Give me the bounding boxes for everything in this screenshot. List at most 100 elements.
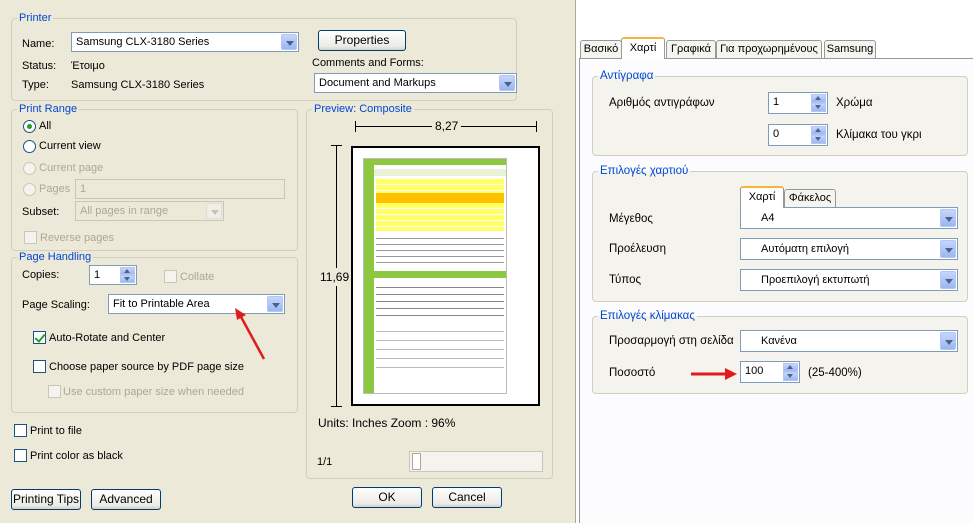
preview-page [351, 146, 540, 406]
percent-label: Ποσοστό [609, 367, 656, 379]
height-dimension-tick-top [331, 145, 342, 146]
paper-source-select[interactable]: Αυτόματη επιλογή [740, 238, 958, 260]
spin-up-icon[interactable] [811, 94, 826, 103]
preview-legend: Preview: Composite [314, 103, 412, 115]
chevron-down-icon[interactable] [940, 209, 956, 227]
page-scaling-label: Page Scaling: [22, 299, 90, 311]
copy-count-stepper[interactable]: 1 [768, 92, 828, 114]
range-pages-radio[interactable] [23, 183, 36, 196]
range-all-radio[interactable] [23, 120, 36, 133]
fit-to-page-value: Κανένα [761, 335, 797, 347]
print-to-file-label: Print to file [30, 425, 82, 437]
paper-type-value: Προεπιλογή εκτυπωτή [761, 274, 870, 286]
collate-checkbox[interactable] [164, 270, 177, 283]
doc-yellow-rows [376, 179, 504, 231]
page-slider-thumb[interactable] [412, 453, 421, 470]
printer-name-label: Name: [22, 38, 55, 50]
range-pages-label: Pages [39, 183, 71, 195]
color-label: Χρώμα [836, 97, 873, 109]
copy-count-value: 1 [773, 96, 780, 108]
choose-paper-source-checkbox[interactable] [33, 360, 46, 373]
range-current-page-radio[interactable] [23, 162, 36, 175]
doc-side-band [364, 159, 374, 393]
status-label: Status: [22, 60, 57, 72]
spin-down-icon[interactable] [120, 275, 135, 283]
page-slider[interactable] [409, 451, 543, 472]
page-handling-legend: Page Handling [19, 251, 92, 263]
chevron-down-icon[interactable] [206, 203, 222, 219]
copies-legend: Αντίγραφα [600, 70, 654, 82]
reverse-pages-checkbox[interactable] [24, 231, 37, 244]
subtab-paper[interactable]: Χαρτί [740, 186, 784, 208]
print-range-legend: Print Range [19, 103, 78, 115]
choose-paper-source-label: Choose paper source by PDF page size [49, 361, 245, 373]
source-label: Προέλευση [609, 243, 667, 255]
percent-value: 100 [745, 365, 764, 377]
cancel-button[interactable]: Cancel [432, 487, 502, 508]
doc-mid-band [374, 271, 506, 278]
percent-stepper[interactable]: 100 [740, 361, 800, 383]
fit-to-page-select[interactable]: Κανένα [740, 330, 958, 352]
subtab-envelope[interactable]: Φάκελος [784, 189, 836, 208]
auto-rotate-checkbox[interactable] [33, 331, 46, 344]
printer-name-select[interactable]: Samsung CLX-3180 Series [71, 32, 299, 52]
page-scaling-value: Fit to Printable Area [113, 298, 210, 310]
paper-type-select[interactable]: Προεπιλογή εκτυπωτή [740, 269, 958, 291]
fit-to-page-label: Προσαρμογή στη σελίδα [609, 335, 734, 347]
printing-tips-button[interactable]: Printing Tips [11, 489, 81, 510]
range-current-view-label: Current view [39, 140, 101, 152]
pages-input[interactable]: 1 [75, 179, 285, 199]
copy-count-label: Αριθμός αντιγράφων [609, 97, 715, 109]
preview-document [363, 158, 507, 394]
comments-forms-label: Comments and Forms: [312, 57, 424, 69]
spin-down-icon[interactable] [811, 135, 826, 144]
status-value: Έτοιμο [71, 60, 105, 72]
print-color-black-checkbox[interactable] [14, 449, 27, 462]
advanced-button[interactable]: Advanced [91, 489, 161, 510]
chevron-down-icon[interactable] [940, 271, 956, 289]
custom-paper-size-checkbox[interactable] [48, 385, 61, 398]
subset-label: Subset: [22, 206, 60, 218]
chevron-down-icon[interactable] [499, 75, 515, 91]
properties-button[interactable]: Properties [318, 30, 406, 51]
subset-select[interactable]: All pages in range [75, 201, 224, 221]
doc-notes-rows [376, 323, 504, 373]
preview-height: 11,69 [320, 268, 350, 286]
paper-size-value: A4 [761, 212, 775, 224]
page-counter: 1/1 [317, 456, 333, 468]
ok-button[interactable]: OK [352, 487, 422, 508]
copies-label: Copies: [22, 269, 60, 281]
tab-graphics[interactable]: Γραφικά [666, 40, 716, 59]
red-arrow-icon [691, 368, 737, 380]
range-current-view-radio[interactable] [23, 140, 36, 153]
grayscale-label: Κλίμακα του γκρι [836, 129, 922, 141]
spin-down-icon[interactable] [811, 103, 826, 112]
type-label: Type: [22, 79, 49, 91]
range-all-label: All [39, 120, 52, 132]
spin-up-icon[interactable] [120, 267, 135, 275]
doc-lower-table [376, 281, 504, 319]
grayscale-stepper[interactable]: 0 [768, 124, 828, 146]
percent-range: (25-400%) [808, 367, 862, 379]
tab-strip-bg [576, 0, 973, 37]
chevron-down-icon[interactable] [940, 332, 956, 350]
width-dimension-tick-left [355, 121, 356, 132]
reverse-pages-label: Reverse pages [40, 232, 114, 244]
tab-samsung[interactable]: Samsung [824, 40, 876, 59]
print-dialog: Printer Name: Samsung CLX-3180 Series Pr… [0, 0, 576, 523]
chevron-down-icon[interactable] [281, 34, 297, 50]
spin-up-icon[interactable] [811, 126, 826, 135]
spin-down-icon[interactable] [783, 372, 798, 381]
tab-advanced[interactable]: Για προχωρημένους [716, 40, 822, 59]
chevron-down-icon[interactable] [940, 240, 956, 258]
spin-up-icon[interactable] [783, 363, 798, 372]
printer-name-value: Samsung CLX-3180 Series [76, 36, 210, 48]
type-label: Τύπος [609, 274, 642, 286]
paper-size-select[interactable]: A4 [740, 207, 958, 229]
comments-forms-select[interactable]: Document and Markups [314, 73, 517, 93]
print-to-file-checkbox[interactable] [14, 424, 27, 437]
tab-paper[interactable]: Χαρτί [621, 37, 665, 59]
tab-basic[interactable]: Βασικό [580, 40, 622, 59]
print-color-black-label: Print color as black [30, 450, 123, 462]
copies-stepper[interactable]: 1 [89, 265, 137, 285]
